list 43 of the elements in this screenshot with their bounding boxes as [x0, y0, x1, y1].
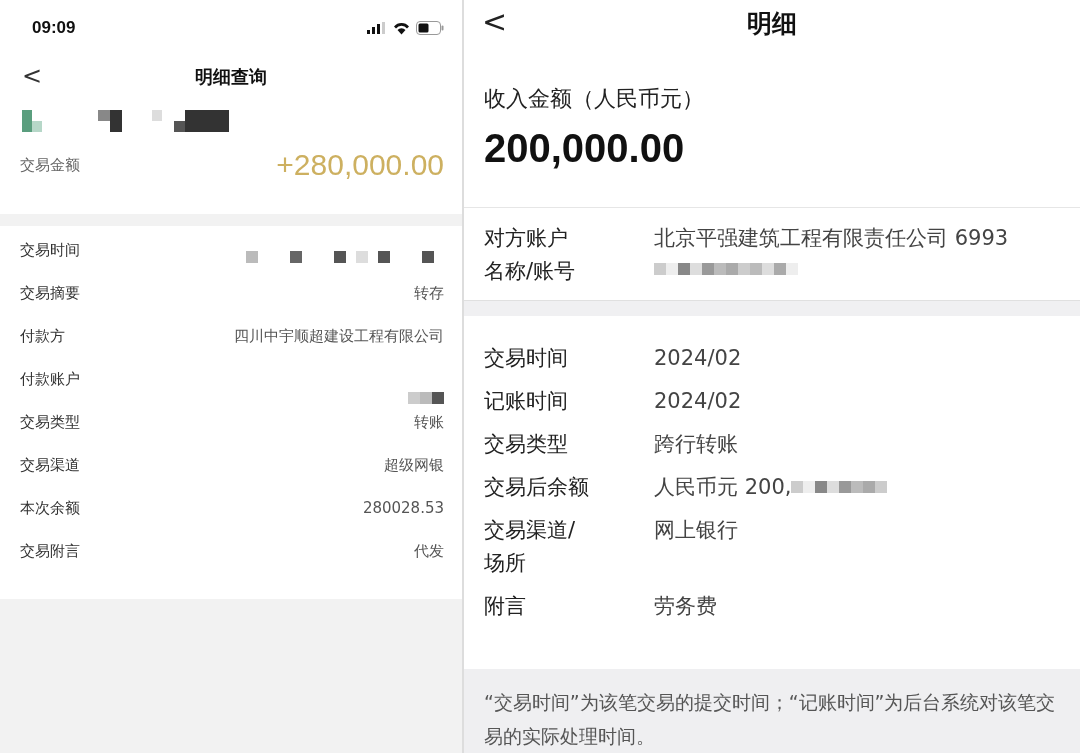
field-value: 北京平强建筑工程有限责任公司 6993 [654, 224, 1009, 252]
footnote-text: “交易时间”为该笔交易的提交时间；“记账时间”为后台系统对该笔交易的实际处理时间。 [484, 691, 1056, 747]
field-label: 附言 [484, 593, 527, 620]
status-time: 09:09 [32, 18, 76, 38]
amount-label: 收入金额（人民币元） [484, 84, 705, 113]
field-label: 交易摘要 [20, 284, 80, 303]
field-value: 2024/02 [654, 345, 742, 372]
field-value: 转存 [414, 284, 444, 303]
field-label: 场所 [484, 550, 527, 577]
amount-value: 200,000.00 [484, 125, 686, 171]
field-label: 交易附言 [20, 542, 80, 561]
field-label: 交易渠道/ [484, 517, 577, 544]
back-button[interactable]: < [16, 60, 49, 92]
field-label: 交易类型 [484, 431, 569, 458]
field-label: 记账时间 [484, 388, 569, 415]
field-label: 对方账户 [484, 224, 569, 252]
field-value: 280028.53 [362, 499, 444, 517]
field-value: 网上银行 [654, 517, 738, 544]
back-button[interactable]: < [476, 2, 514, 41]
field-label: 交易类型 [20, 413, 80, 432]
page-title: 明细查询 [195, 65, 267, 89]
signal-icon [367, 22, 387, 34]
battery-icon [416, 21, 444, 35]
field-label: 交易渠道 [20, 456, 80, 475]
field-label: 交易时间 [20, 241, 80, 260]
field-label: 名称/账号 [484, 257, 577, 285]
field-value: 四川中宇顺超建设工程有限公司 [234, 327, 444, 346]
field-value: 人民币元 200, [654, 474, 792, 501]
field-value: 劳务费 [654, 593, 717, 620]
field-value: 跨行转账 [654, 431, 738, 458]
amount-value: +280,000.00 [276, 148, 444, 182]
field-label: 付款方 [20, 327, 65, 346]
field-label: 本次余额 [20, 499, 80, 518]
field-label: 交易时间 [484, 345, 569, 372]
wifi-icon [393, 21, 410, 35]
page-title: 明细 [747, 8, 797, 41]
field-label: 交易后余额 [484, 474, 590, 501]
field-value: 2024/02 [654, 388, 742, 415]
field-value: 代发 [414, 542, 444, 561]
field-value: 转账 [414, 413, 444, 432]
amount-label: 交易金额 [20, 155, 80, 175]
field-value: 超级网银 [384, 456, 444, 475]
field-label: 付款账户 [20, 370, 80, 389]
